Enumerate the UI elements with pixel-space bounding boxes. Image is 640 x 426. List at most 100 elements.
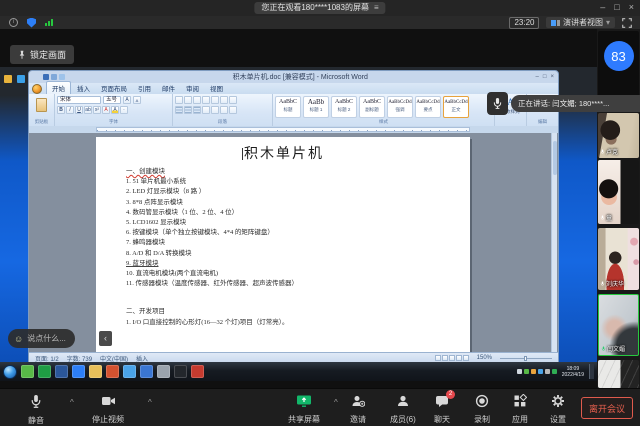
banner-text: 您正在观看180****1083的屏幕 bbox=[261, 2, 369, 14]
doc-line: 1. 51 单片机最小系统 bbox=[126, 177, 444, 187]
remote-taskbar: 18:09 2022/4/19 bbox=[0, 362, 597, 381]
mic-muted-mini-icon bbox=[600, 149, 605, 155]
smiley-icon[interactable]: ☺ bbox=[14, 334, 23, 344]
mute-button[interactable]: 静音 bbox=[28, 394, 44, 426]
doc-line: 9. 蓝牙模块 bbox=[126, 259, 444, 269]
tab-review: 审阅 bbox=[181, 82, 204, 94]
stop-video-button[interactable]: 停止视频 bbox=[92, 394, 124, 425]
paste-icon bbox=[36, 98, 47, 112]
share-screen-button[interactable]: 共享屏幕 bbox=[288, 394, 320, 425]
doc-line: 6. 按键模块（单个独立按键模块、4*4 的矩阵键盘） bbox=[126, 228, 444, 238]
participant-name: 闫文媚 bbox=[607, 344, 625, 353]
taskbar-app-icon bbox=[55, 365, 68, 378]
document-page: 积木单片机 一、创建模块 1. 51 单片机最小系统 2. LED 灯显示模块（… bbox=[96, 137, 470, 352]
minimize-button[interactable]: – bbox=[600, 1, 605, 14]
chat-unread-badge: 2 bbox=[446, 390, 455, 399]
info-icon[interactable]: i bbox=[9, 18, 18, 27]
taskbar-app-icon bbox=[38, 365, 51, 378]
doc-line bbox=[126, 289, 444, 307]
doc-line: 11. 传感器模块（温度传感器、红外传感器、超声波传感器） bbox=[126, 279, 444, 289]
doc-line: 8. A/D 和 D/A 转换模块 bbox=[126, 249, 444, 259]
tab-view: 视图 bbox=[205, 82, 228, 94]
avatar: 83 bbox=[604, 41, 634, 71]
doc-line: 3. 8*8 点阵显示模块 bbox=[126, 198, 444, 208]
zoom-slider bbox=[500, 358, 552, 359]
view-mode-button[interactable]: 演讲者视图 ▾ bbox=[546, 17, 615, 28]
video-options-caret[interactable]: ^ bbox=[148, 398, 152, 407]
taskbar-app-icon bbox=[191, 365, 204, 378]
tab-mailings: 邮件 bbox=[157, 82, 180, 94]
watching-banner[interactable]: 您正在观看180****1083的屏幕 ≡ bbox=[254, 2, 385, 14]
chat-input-bubble[interactable]: ☺ 说点什么... bbox=[8, 329, 75, 348]
maximize-button[interactable]: □ bbox=[614, 1, 619, 14]
doc-line: 一、创建模块 bbox=[126, 167, 444, 177]
word-close-icon: × bbox=[550, 73, 554, 81]
network-signal-icon bbox=[45, 19, 53, 26]
remote-desktop: 积木单片机.doc [兼容模式] - Microsoft Word – □ × … bbox=[0, 67, 597, 381]
word-title: 积木单片机.doc [兼容模式] - Microsoft Word bbox=[65, 72, 536, 82]
taskbar-app-icon bbox=[72, 365, 85, 378]
tab-insert: 插入 bbox=[72, 82, 95, 94]
zoom-level: 150% bbox=[477, 355, 492, 361]
participant-tile-active-speaker[interactable]: 闫文媚 bbox=[598, 294, 639, 356]
participant-tile[interactable]: 刘庆华 bbox=[598, 228, 639, 290]
participant-tile[interactable]: 童 bbox=[598, 160, 639, 224]
settings-button[interactable]: 设置 bbox=[550, 394, 566, 425]
doc-title: 积木单片机 bbox=[96, 143, 470, 163]
mic-muted-mini-icon bbox=[600, 281, 605, 287]
paragraph-group: 段落 bbox=[173, 94, 273, 126]
document-area: 积木单片机 一、创建模块 1. 51 单片机最小系统 2. LED 灯显示模块（… bbox=[29, 133, 558, 352]
taskbar-app-icon bbox=[174, 365, 187, 378]
show-desktop-button bbox=[589, 364, 594, 379]
caret-down-icon: ▾ bbox=[606, 18, 610, 27]
text-cursor bbox=[242, 148, 243, 160]
participant-tile[interactable] bbox=[598, 360, 639, 388]
doc-line: 5. LCD1602 显示模块 bbox=[126, 218, 444, 228]
office-button-icon bbox=[32, 84, 42, 94]
lock-screen-button[interactable]: 锁定画面 bbox=[10, 45, 74, 64]
invite-button[interactable]: 邀请 bbox=[350, 394, 366, 425]
shared-screen-stage: 锁定画面 积木单片机.doc [兼容模式] - Microsoft Word – bbox=[0, 29, 597, 388]
camera-icon bbox=[101, 394, 116, 408]
meeting-toolbar: 静音 ^ 停止视频 ^ 共享屏幕 ^ 邀请 成员(6) 2 聊天 bbox=[0, 388, 640, 426]
chat-button[interactable]: 2 聊天 bbox=[434, 394, 450, 425]
layout-grid-icon bbox=[551, 20, 560, 26]
clipboard-group: 剪贴板 bbox=[29, 94, 55, 126]
taskbar-app-icon bbox=[123, 365, 136, 378]
save-icon bbox=[43, 74, 49, 80]
members-button[interactable]: 成员(6) bbox=[390, 394, 416, 425]
participant-tile[interactable]: 卢克 bbox=[598, 113, 639, 158]
share-screen-icon bbox=[296, 394, 312, 408]
style-chip-selected: AaBbCcDd正文 bbox=[443, 96, 469, 118]
style-chip: AaBbC标题 2 bbox=[331, 96, 357, 118]
font-size-select: 五号 bbox=[103, 96, 121, 104]
apps-button[interactable]: 应用 bbox=[512, 394, 528, 425]
leave-meeting-button[interactable]: 离开会议 bbox=[581, 397, 633, 419]
mic-muted-mini-icon bbox=[600, 215, 605, 221]
gear-icon bbox=[551, 394, 565, 408]
mic-active-mini-icon bbox=[601, 346, 606, 352]
doc-line: 4. 数码管显示模块（1 位、2 位、4 位） bbox=[126, 208, 444, 218]
meeting-window: 您正在观看180****1083的屏幕 ≡ – □ × i 23:20 演讲者视… bbox=[0, 0, 640, 426]
share-options-caret[interactable]: ^ bbox=[334, 398, 338, 407]
ruler bbox=[29, 126, 558, 133]
view-switcher-icons bbox=[435, 355, 469, 361]
style-chip: AaBbCcDd强调 bbox=[387, 96, 413, 118]
doc-line: 10. 直流电机模块(两个直流电机) bbox=[126, 269, 444, 279]
taskbar-app-icon bbox=[106, 365, 119, 378]
pin-icon bbox=[18, 50, 26, 60]
banner-menu-icon[interactable]: ≡ bbox=[374, 2, 379, 14]
close-button[interactable]: × bbox=[629, 1, 634, 14]
tab-references: 引用 bbox=[133, 82, 156, 94]
security-shield-icon[interactable] bbox=[27, 18, 36, 28]
collapse-chevron-button[interactable]: ‹ bbox=[99, 331, 112, 346]
microphone-icon bbox=[29, 394, 43, 409]
mute-options-caret[interactable]: ^ bbox=[70, 398, 74, 407]
record-button[interactable]: 录制 bbox=[474, 394, 490, 425]
record-icon bbox=[475, 394, 489, 408]
fullscreen-icon[interactable] bbox=[622, 18, 632, 28]
unmute-overlay-button[interactable] bbox=[487, 92, 508, 115]
speaking-toast: 正在讲话: 闫文媚; 180****... bbox=[511, 95, 640, 112]
word-minimize-icon: – bbox=[536, 73, 539, 81]
system-tray: 18:09 2022/4/19 bbox=[517, 364, 594, 379]
